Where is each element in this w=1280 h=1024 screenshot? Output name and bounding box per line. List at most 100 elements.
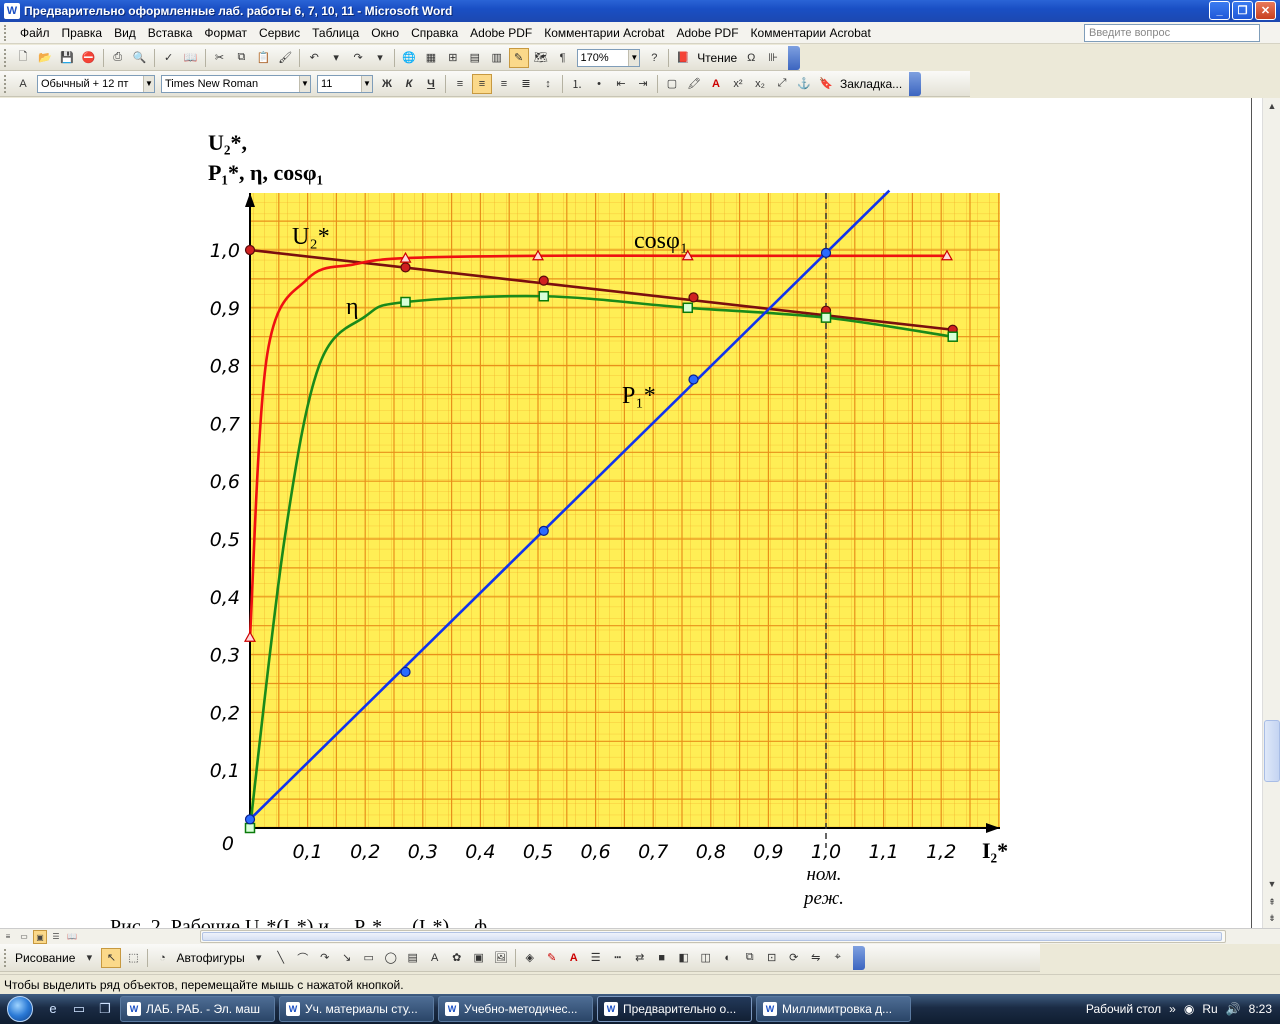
autoshapes-icon[interactable]: ◔ [152,948,172,968]
show-desktop-icon[interactable]: ▭ [68,998,90,1020]
shadow-icon[interactable]: ■ [652,948,672,968]
bookmark-icon[interactable]: 🔖 [816,74,836,94]
border-icon[interactable]: ▢ [662,74,682,94]
numbering-icon[interactable]: ⒈ [567,74,587,94]
font-size-select[interactable]: 11 ▼ [317,74,373,93]
document-page[interactable]: 0,1 0,2 0,3 0,4 0,5 0,6 0,7 0,8 0,9 1,0 1,1 1,2 0,1 0… [0,98,1262,928]
toolbar-grip[interactable] [4,48,7,67]
curve-tool-icon[interactable]: ⌒ [293,948,313,968]
line-spacing-icon[interactable]: ↕ [538,74,558,94]
task-button-study-materials[interactable]: W Уч. материалы сту... [279,996,434,1022]
scroll-up-icon[interactable]: ▲ [1264,98,1280,114]
switch-windows-icon[interactable]: ❐ [94,998,116,1020]
align-left-icon[interactable]: ≡ [450,74,470,94]
print-preview-icon[interactable]: 🔍 [130,48,150,68]
permission-icon[interactable]: ⛔ [79,48,99,68]
copy-icon[interactable]: ⧉ [231,48,251,68]
paste-icon[interactable]: 📋 [253,48,273,68]
task-button-lab-work[interactable]: W ЛАБ. РАБ. - Эл. маш [120,996,275,1022]
toolbar-options-icon[interactable] [909,71,922,96]
menu-table[interactable]: Таблица [306,23,365,43]
show-hide-icon[interactable]: ¶ [553,48,573,68]
chevron-down-icon[interactable]: ▼ [143,75,154,92]
rectangle-tool-icon[interactable]: ▭ [359,948,379,968]
menu-adobe-pdf[interactable]: Adobe PDF [464,23,538,43]
flip-icon[interactable]: ⇋ [806,948,826,968]
start-button[interactable] [0,994,40,1024]
normal-view-icon[interactable]: ≡ [1,930,15,944]
minimize-button[interactable]: _ [1209,1,1230,20]
close-button[interactable]: ✕ [1255,1,1276,20]
highlight-icon[interactable]: 🖍 [684,74,704,94]
menu-tools[interactable]: Сервис [253,23,306,43]
scroll-thumb[interactable] [1264,720,1280,782]
redo-icon[interactable]: ↷ [348,48,368,68]
network-icon[interactable]: ◉ [1184,1002,1194,1016]
menu-edit[interactable]: Правка [56,23,109,43]
ungroup-icon[interactable]: ⊡ [762,948,782,968]
underline-button[interactable]: Ч [421,74,441,94]
chevron-down-icon[interactable]: ▼ [628,49,640,66]
columns-icon[interactable]: ▥ [487,48,507,68]
font-color-icon[interactable]: A [706,74,726,94]
styles-icon[interactable]: A [13,74,33,94]
fill-color-icon[interactable]: ◈ [520,948,540,968]
toolbar-options-icon[interactable] [788,45,801,70]
redo-dropdown-icon[interactable]: ▾ [370,48,390,68]
menu-format[interactable]: Формат [198,23,253,43]
subscript-icon[interactable]: x₂ [750,74,770,94]
task-button-methodical[interactable]: W Учебно-методичес... [438,996,593,1022]
research-icon[interactable]: 📖 [181,48,201,68]
prev-page-icon[interactable]: ⇞ [1264,894,1280,910]
insert-excel-icon[interactable]: ▤ [465,48,485,68]
chevron-down-icon[interactable]: ▼ [299,75,310,92]
picture-icon[interactable]: 🖼 [491,948,511,968]
menu-help[interactable]: Справка [405,23,464,43]
chevron-down-icon[interactable]: ▾ [79,948,99,968]
textbox-tool-icon[interactable]: ▤ [403,948,423,968]
tables-borders-icon[interactable]: ▦ [421,48,441,68]
toolbar-options-icon[interactable] [852,945,865,970]
arrow-tool-icon[interactable]: ↘ [337,948,357,968]
help-icon[interactable]: ? [644,48,664,68]
dash-style-icon[interactable]: ┅ [608,948,628,968]
open-folder-icon[interactable]: 📂 [35,48,55,68]
arc-tool-icon[interactable]: ↷ [315,948,335,968]
line-tool-icon[interactable]: ╲ [271,948,291,968]
spelling-icon[interactable]: ✓ [159,48,179,68]
bookmark-button[interactable]: Закладка... [840,77,902,91]
chevron-down-icon[interactable]: ▼ [361,75,372,92]
ask-question-input[interactable]: Введите вопрос [1084,24,1260,42]
chevron-down-icon[interactable]: ▾ [249,948,269,968]
format-painter-icon[interactable]: 🖌 [275,48,295,68]
vertical-scrollbar[interactable]: ▲ ▼ ⇞ ⇟ [1262,98,1280,928]
grow-font-icon[interactable]: ⤢ [772,74,792,94]
anchor-icon[interactable]: ⚓ [794,74,814,94]
menu-file[interactable]: Файл [14,23,56,43]
read-icon[interactable]: 📕 [673,48,693,68]
style-select[interactable]: Обычный + 12 пт ▼ [37,74,155,93]
decrease-indent-icon[interactable]: ⇤ [611,74,631,94]
horizontal-scrollbar[interactable] [200,930,1226,943]
outline-view-icon[interactable]: ☰ [49,930,63,944]
line-style-icon[interactable]: ☰ [586,948,606,968]
drawing-icon[interactable]: ✎ [508,47,529,68]
ie-icon[interactable]: e [42,998,64,1020]
read-button[interactable]: Чтение [697,51,737,65]
menu-acrobat-comments-2[interactable]: Комментарии Acrobat [745,23,877,43]
menu-acrobat-comments[interactable]: Комментарии Acrobat [538,23,670,43]
rotate-icon[interactable]: ⟳ [784,948,804,968]
menu-window[interactable]: Окно [365,23,405,43]
hyperlink-icon[interactable]: 🌐 [399,48,419,68]
italic-button[interactable]: К [399,74,419,94]
drawing-canvas-icon[interactable]: ⬚ [123,948,143,968]
zoom-select[interactable]: 170% ▼ [576,48,641,67]
line-color-icon[interactable]: ✎ [542,948,562,968]
toolbar-expand-icon[interactable]: » [1169,1002,1176,1016]
edit-points-icon[interactable]: ⌖ [828,948,848,968]
new-document-icon[interactable]: 🗋 [13,48,33,68]
menu-adobe-pdf-2[interactable]: Adobe PDF [670,23,744,43]
increase-indent-icon[interactable]: ⇥ [633,74,653,94]
horizontal-scroll-thumb[interactable] [202,932,1222,941]
next-page-icon[interactable]: ⇟ [1264,910,1280,926]
